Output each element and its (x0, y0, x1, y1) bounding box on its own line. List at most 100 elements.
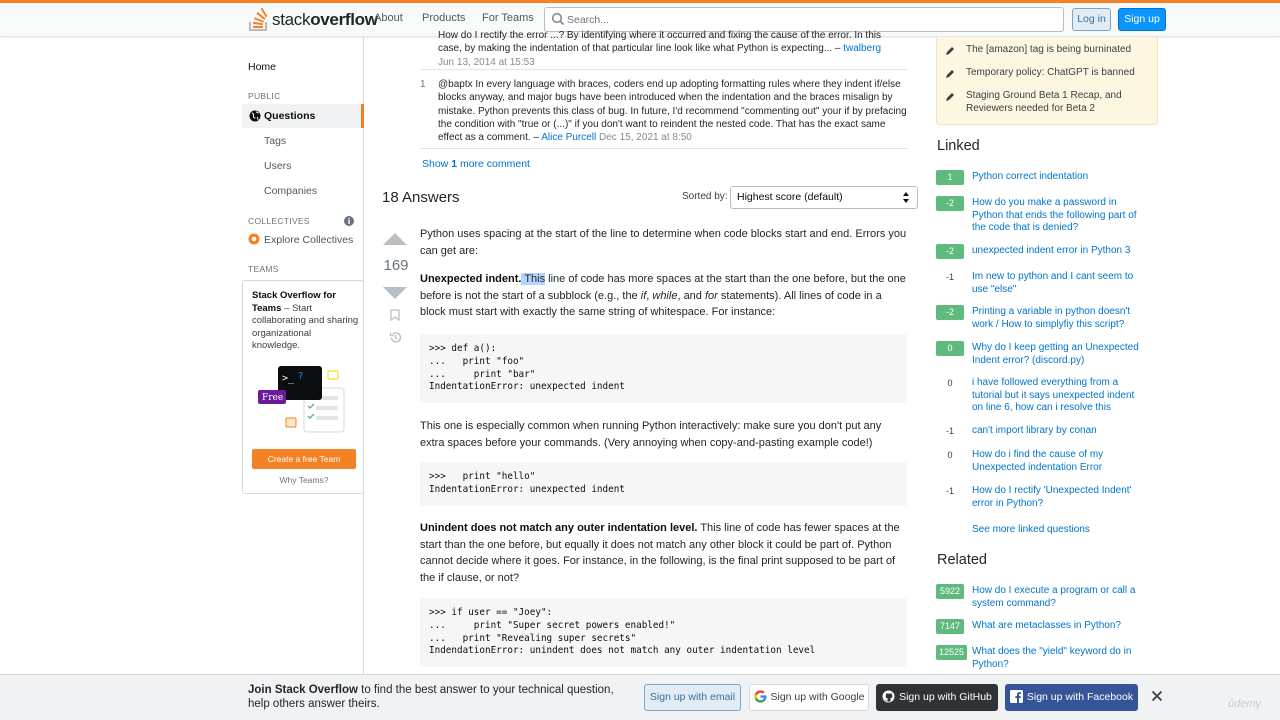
show-more-comments-link[interactable]: Show 1 more comment (422, 158, 530, 170)
related-link[interactable]: What does the "yield" keyword do in Pyth… (972, 646, 1144, 671)
show-more-prefix: Show (422, 158, 452, 170)
linked-link[interactable]: can't import library by conan (972, 425, 1144, 438)
related-link[interactable]: What are metaclasses in Python? (972, 620, 1144, 633)
linked-score: -1 (945, 426, 954, 436)
comment-author[interactable]: twalberg (843, 43, 881, 54)
answer-bold-heading: Unindent does not match any outer indent… (420, 522, 698, 534)
meta-item-label: Staging Ground Beta 1 Recap, and Reviewe… (966, 90, 1122, 114)
nav-for-teams[interactable]: For Teams (482, 12, 534, 24)
nav-explore-collectives[interactable]: Explore Collectives (264, 234, 353, 246)
linked-link[interactable]: Python correct indentation (972, 171, 1144, 184)
related-title: Related (937, 552, 987, 568)
why-teams-link[interactable]: Why Teams? (243, 475, 365, 485)
signup-facebook-label: Sign up with Facebook (1026, 691, 1134, 703)
comment-date: Jun 13, 2014 at 15:53 (438, 56, 535, 68)
teams-illustration-icon: >_ ? Free (258, 366, 345, 433)
nav-questions-label: Questions (264, 110, 316, 122)
sort-select-value: Highest score (default) (737, 191, 843, 203)
github-icon (882, 690, 895, 703)
linked-score: -2 (936, 196, 964, 211)
meta-item-label: The [amazon] tag is being burninated (966, 44, 1132, 55)
linked-score: -1 (945, 272, 954, 282)
selected-text: This (521, 273, 546, 285)
comment-item: How do I rectify the error ...? By ident… (438, 29, 898, 69)
see-more-linked-link[interactable]: See more linked questions (972, 524, 1090, 535)
site-logo[interactable]: stackoverflow (248, 8, 378, 32)
banner-bold: Join Stack Overflow (248, 684, 358, 696)
answer-bold-heading: Unexpected indent. (420, 273, 522, 285)
logo-text-bold: overflow (310, 10, 378, 29)
logo-text-light: stack (272, 10, 311, 29)
comment-divider (420, 148, 908, 149)
linked-link[interactable]: Im new to python and I cant seem to use … (972, 271, 1144, 296)
stackoverflow-logo-icon (249, 8, 268, 31)
collectives-icon (248, 233, 260, 245)
nav-home[interactable]: Home (248, 61, 276, 73)
bookmark-icon[interactable] (390, 309, 400, 321)
signup-google-button[interactable]: Sign up with Google (749, 684, 869, 711)
main-content: How do I rectify the error ...? By ident… (364, 30, 920, 673)
left-sidebar: Home PUBLIC Questions Tags Users Compani… (242, 37, 364, 677)
teams-section-label: TEAMS (248, 264, 279, 274)
create-team-button[interactable]: Create a free Team (252, 449, 356, 469)
nav-products[interactable]: Products (422, 12, 465, 24)
search-icon (551, 12, 565, 26)
collectives-section-label: COLLECTIVES (248, 216, 310, 226)
signup-facebook-button[interactable]: Sign up with Facebook (1005, 684, 1138, 711)
signup-email-label: Sign up with email (649, 691, 736, 703)
right-sidebar: The [amazon] tag is being burninated Tem… (936, 37, 1160, 677)
comment-score: 1 (420, 79, 426, 90)
comment-item: @baptx In every language with braces, co… (438, 78, 908, 144)
linked-score: 0 (947, 450, 953, 460)
show-more-suffix: more comment (457, 158, 530, 170)
pencil-icon (946, 47, 954, 55)
comment-body: How do I rectify the error ...? By ident… (438, 30, 881, 55)
answers-count: 18 Answers (382, 189, 460, 206)
select-arrows-icon (903, 192, 909, 203)
linked-score: 0 (936, 341, 964, 356)
google-icon (753, 690, 766, 703)
code-block: >>> print "hello" IndentationError: unex… (420, 462, 907, 506)
public-section-label: PUBLIC (248, 91, 281, 101)
signup-github-label: Sign up with GitHub (899, 691, 992, 703)
linked-score: 0 (947, 378, 953, 388)
linked-link[interactable]: Why do I keep getting an Unexpected Inde… (972, 342, 1144, 367)
answer-paragraph: Python uses spacing at the start of the … (420, 228, 907, 257)
linked-link[interactable]: How do I rectify 'Unexpected Indent' err… (972, 485, 1144, 510)
facebook-icon (1009, 689, 1023, 703)
linked-link[interactable]: i have followed everything from a tutori… (972, 377, 1144, 415)
answer-paragraph: Unindent does not match any outer indent… (420, 522, 900, 585)
signup-email-button[interactable]: Sign up with email (644, 684, 741, 711)
linked-score: -1 (945, 486, 954, 496)
nav-tags[interactable]: Tags (264, 135, 286, 147)
login-button[interactable]: Log in (1072, 8, 1111, 31)
nav-about[interactable]: About (374, 12, 403, 24)
meta-item-label: Temporary policy: ChatGPT is banned (966, 67, 1135, 78)
linked-link[interactable]: unexpected indent error in Python 3 (972, 245, 1144, 258)
linked-link[interactable]: How do i find the cause of my Unexpected… (972, 449, 1144, 474)
signup-github-button[interactable]: Sign up with GitHub (876, 684, 998, 711)
vote-count: 169 (383, 257, 409, 274)
signup-google-label: Sign up with Google (770, 691, 865, 703)
upvote-arrow-icon[interactable] (383, 233, 407, 245)
linked-score: -2 (936, 305, 964, 320)
nav-questions[interactable]: Questions (242, 104, 364, 128)
linked-link[interactable]: How do you make a password in Python tha… (972, 197, 1144, 235)
search-input[interactable] (567, 10, 1047, 29)
free-badge-text: Free (262, 393, 283, 403)
comment-author[interactable]: Alice Purcell (541, 132, 596, 143)
downvote-arrow-icon[interactable] (383, 287, 407, 299)
linked-link[interactable]: Printing a variable in python doesn't wo… (972, 306, 1144, 331)
answer-paragraph: This one is especially common when runni… (420, 420, 882, 449)
info-icon[interactable] (344, 216, 354, 226)
related-link[interactable]: How do I execute a program or call a sys… (972, 585, 1144, 610)
featured-on-meta: The [amazon] tag is being burninated Tem… (936, 37, 1158, 125)
banner-text: Join Stack Overflow to find the best ans… (248, 683, 628, 712)
close-icon[interactable] (1151, 690, 1163, 702)
signup-button[interactable]: Sign up (1118, 8, 1166, 31)
sort-select[interactable]: Highest score (default) (730, 186, 918, 209)
nav-companies[interactable]: Companies (264, 185, 317, 197)
history-icon[interactable] (389, 331, 402, 344)
related-score: 12525 (936, 645, 968, 660)
nav-users[interactable]: Users (264, 160, 291, 172)
